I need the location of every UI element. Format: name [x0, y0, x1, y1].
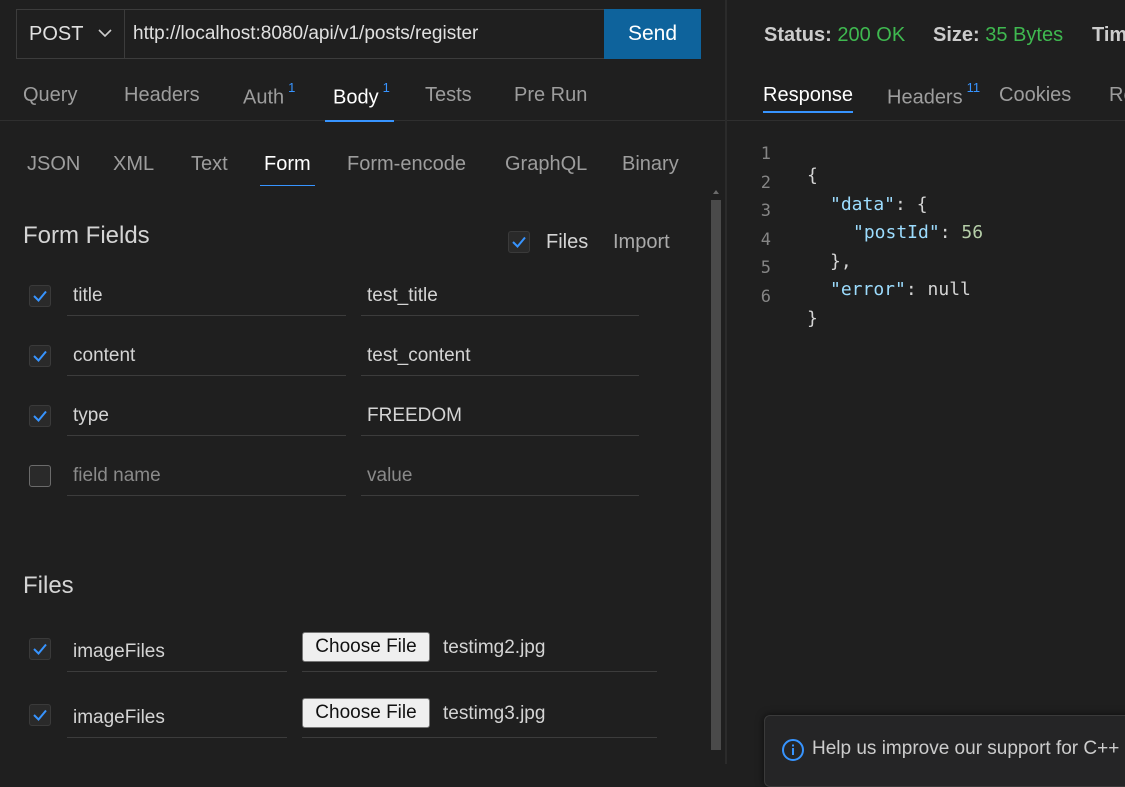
- body-tab-binary[interactable]: Binary: [622, 153, 679, 185]
- field-value-input[interactable]: FREEDOM: [361, 396, 639, 436]
- field-checkbox-type[interactable]: [29, 405, 51, 427]
- code-line: 2 "data": {: [727, 152, 928, 215]
- field-checkbox-title[interactable]: [29, 285, 51, 307]
- field-checkbox-content[interactable]: [29, 345, 51, 367]
- checkmark-icon: [33, 410, 47, 422]
- json-value: : null: [905, 279, 971, 300]
- scroll-up-arrow-icon[interactable]: [713, 190, 719, 194]
- tab-pre-run[interactable]: Pre Run: [514, 84, 587, 118]
- field-value-input[interactable]: test_title: [361, 276, 639, 316]
- tab-response-headers[interactable]: Headers 11: [887, 80, 980, 110]
- request-panel: POST http://localhost:8080/api/v1/posts/…: [0, 0, 725, 764]
- scrollbar-thumb[interactable]: [711, 200, 721, 750]
- code-line: 3 "postId": 56: [727, 180, 983, 243]
- tab-headers[interactable]: Headers: [124, 84, 200, 118]
- form-fields-title: Form Fields: [23, 222, 150, 249]
- file-field-name-input[interactable]: imageFiles: [67, 698, 287, 738]
- json-key: "data": [830, 194, 896, 215]
- body-tab-text[interactable]: Text: [191, 153, 228, 185]
- checkmark-icon: [33, 350, 47, 362]
- chosen-file-name: testimg3.jpg: [443, 703, 546, 724]
- code-text: }: [807, 308, 818, 329]
- tab-results[interactable]: Results: [1109, 84, 1125, 107]
- checkmark-icon: [33, 643, 47, 655]
- tab-auth[interactable]: Auth 1: [243, 80, 295, 118]
- code-line: 6 }: [727, 266, 818, 329]
- code-text: {: [807, 165, 818, 186]
- tab-query[interactable]: Query: [23, 84, 77, 118]
- field-checkbox-new[interactable]: [29, 465, 51, 487]
- file-checkbox[interactable]: [29, 638, 51, 660]
- chosen-file-name: testimg2.jpg: [443, 637, 546, 658]
- send-button[interactable]: Send: [604, 9, 701, 59]
- body-tab-graphql[interactable]: GraphQL: [505, 153, 587, 185]
- time-info: Time:: [1092, 24, 1125, 46]
- choose-file-button[interactable]: Choose File: [302, 698, 430, 728]
- method-label: POST: [29, 22, 84, 45]
- choose-file-button[interactable]: Choose File: [302, 632, 430, 662]
- file-field-name-input[interactable]: imageFiles: [67, 632, 287, 672]
- size-value: 35 Bytes: [985, 24, 1064, 46]
- file-checkbox[interactable]: [29, 704, 51, 726]
- checkmark-icon: [33, 290, 47, 302]
- url-input[interactable]: http://localhost:8080/api/v1/posts/regis…: [124, 9, 605, 59]
- auth-badge: 1: [288, 80, 296, 95]
- field-value-input[interactable]: value: [361, 456, 639, 496]
- field-name-input[interactable]: content: [67, 336, 346, 376]
- headers-badge: 11: [966, 80, 981, 95]
- response-tabs: Response Headers11 Cookies Results: [727, 80, 1125, 121]
- checkmark-icon: [512, 236, 526, 248]
- body-badge: 1: [382, 80, 390, 95]
- status-value: 200 OK: [837, 24, 906, 46]
- toast-message: Help us improve our support for C++: [812, 738, 1120, 759]
- body-tab-form[interactable]: Form: [260, 153, 315, 186]
- json-key: "error": [830, 279, 906, 300]
- response-panel: Status: 200 OK Size: 35 Bytes Time: Resp…: [727, 0, 1125, 764]
- request-tabs: Query Headers Auth 1 Body 1 Tests Pre Run: [0, 80, 725, 122]
- json-key: "postId": [853, 222, 940, 243]
- body-tab-json[interactable]: JSON: [27, 153, 80, 185]
- status-info: Status: 200 OK: [764, 24, 906, 46]
- checkmark-icon: [33, 709, 47, 721]
- json-number: 56: [961, 222, 984, 243]
- import-button[interactable]: Import: [613, 231, 670, 254]
- files-title: Files: [23, 572, 74, 599]
- code-text: },: [830, 251, 852, 272]
- field-name-input[interactable]: type: [67, 396, 346, 436]
- code-line: 1 {: [727, 123, 818, 186]
- method-select[interactable]: POST: [16, 9, 124, 59]
- tab-body[interactable]: Body 1: [325, 80, 394, 122]
- field-name-input[interactable]: title: [67, 276, 346, 316]
- tab-cookies[interactable]: Cookies: [999, 84, 1071, 107]
- field-value-input[interactable]: test_content: [361, 336, 639, 376]
- info-icon: [782, 739, 804, 761]
- body-tab-form-encode[interactable]: Form-encode: [347, 153, 466, 185]
- line-number: 6: [760, 287, 771, 307]
- files-toggle-checkbox[interactable]: [508, 231, 530, 253]
- tab-response[interactable]: Response: [763, 84, 854, 113]
- tab-tests[interactable]: Tests: [425, 84, 472, 118]
- code-line: 5 "error": null: [727, 237, 971, 300]
- chevron-down-icon: [98, 29, 112, 38]
- notification-toast[interactable]: Help us improve our support for C++: [764, 715, 1125, 787]
- code-line: 4 },: [727, 209, 852, 272]
- files-toggle-label: Files: [546, 231, 589, 253]
- json-punct: : {: [895, 194, 928, 215]
- body-tab-xml[interactable]: XML: [113, 153, 154, 185]
- field-name-input[interactable]: field name: [67, 456, 346, 496]
- size-info: Size: 35 Bytes: [933, 24, 1064, 46]
- url-text: http://localhost:8080/api/v1/posts/regis…: [133, 23, 479, 44]
